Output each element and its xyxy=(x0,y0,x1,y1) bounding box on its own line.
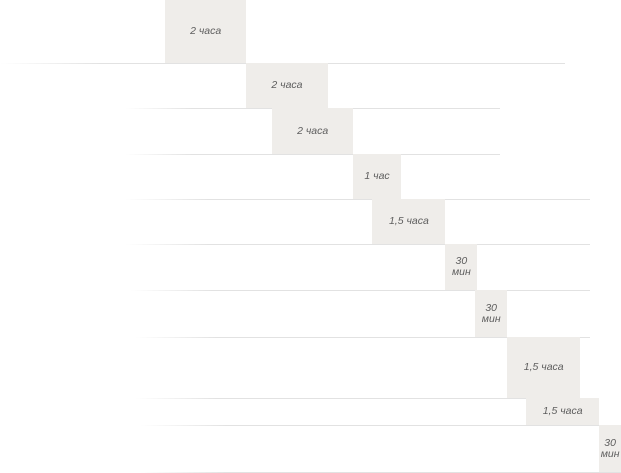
duration-label: 30 мин xyxy=(600,436,620,460)
duration-bar: 1 час xyxy=(353,154,401,199)
duration-bar: 1,5 часа xyxy=(372,199,446,244)
duration-bar: 2 часа xyxy=(272,108,354,154)
duration-label: 1 час xyxy=(364,170,390,182)
duration-bar: 30 мин xyxy=(475,290,508,337)
row-divider xyxy=(140,425,621,426)
row-divider xyxy=(135,398,590,399)
duration-label: 2 часа xyxy=(297,124,329,137)
row-divider xyxy=(125,199,590,200)
duration-bar: 30 мин xyxy=(445,244,478,290)
duration-bar: 2 часа xyxy=(246,63,328,108)
duration-label: 2 часа xyxy=(190,25,222,37)
gantt-timeline: 2 часа 2 часа 2 часа 1 час 1,5 часа 30 мин 30 … xyxy=(0,0,621,473)
duration-bar: 1,5 часа xyxy=(507,337,581,398)
row-divider xyxy=(130,290,590,291)
duration-label: 1,5 часа xyxy=(523,361,564,373)
duration-label: 1,5 часа xyxy=(388,215,429,227)
duration-label: 1,5 часа xyxy=(542,405,583,417)
duration-bar: 1,5 часа xyxy=(526,398,600,425)
duration-label: 30 мин xyxy=(451,255,471,278)
duration-label: 2 часа xyxy=(271,79,303,91)
duration-bar: 30 мин xyxy=(599,425,621,472)
row-divider xyxy=(125,244,590,245)
duration-bar: 2 часа xyxy=(165,0,247,63)
duration-label: 30 мин xyxy=(481,301,501,325)
row-divider xyxy=(125,154,500,155)
